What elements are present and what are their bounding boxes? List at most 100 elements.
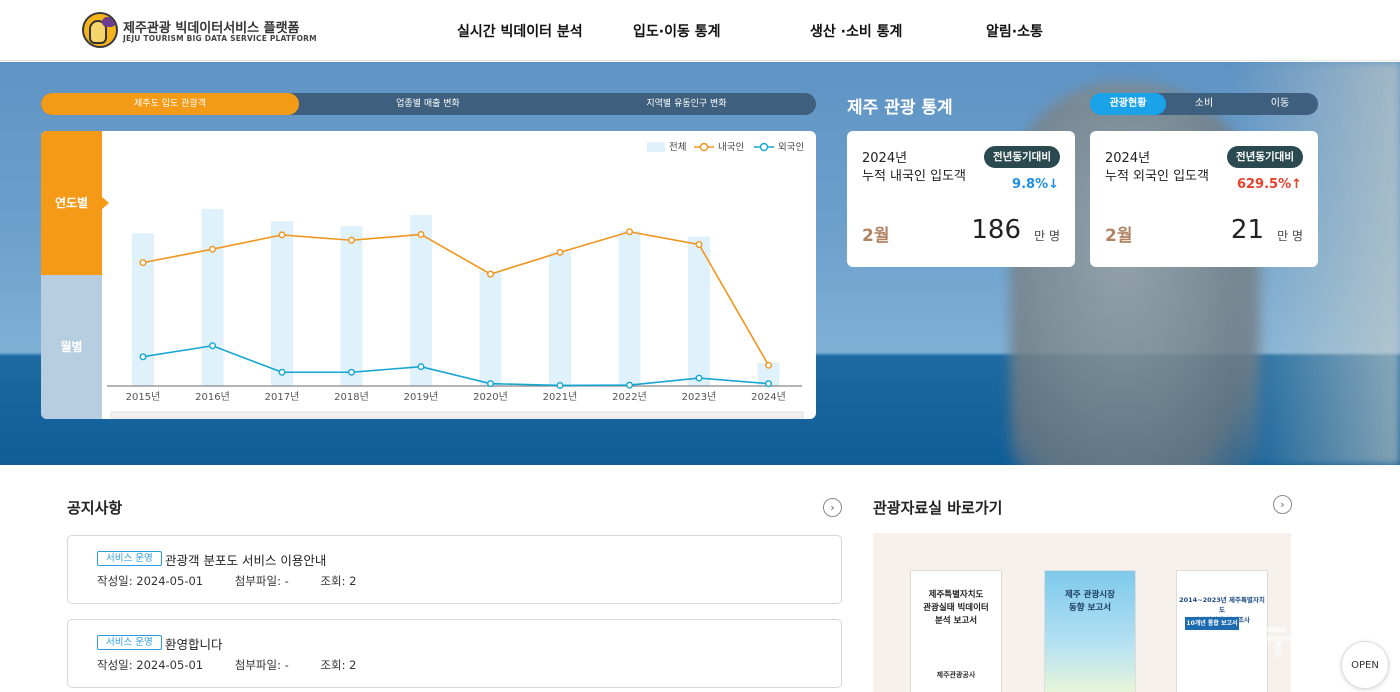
notice-tag: 서비스 운영 bbox=[97, 551, 162, 566]
foreign-line bbox=[142, 344, 769, 387]
x-tick-label: 2015년 bbox=[126, 391, 161, 403]
foreign-point bbox=[765, 380, 773, 388]
book-subtitle: 10개년 통합 보고서 bbox=[1185, 617, 1239, 630]
bar-total bbox=[549, 251, 571, 386]
site-header: 제주관광 빅데이터서비스 플랫폼 JEJU TOURISM BIG DATA S… bbox=[0, 0, 1400, 61]
foreign-point bbox=[208, 342, 216, 350]
foreign-point bbox=[487, 380, 495, 388]
domestic-point bbox=[417, 230, 425, 238]
notice-more-icon[interactable]: › bbox=[823, 498, 842, 517]
yoy-badge: 전년동기대비 bbox=[1227, 146, 1303, 168]
notice-meta: 작성일: 2024-05-01 첨부파일: - 조회: 2 bbox=[97, 573, 356, 589]
domestic-point bbox=[556, 248, 564, 256]
tab-jeju-entry-tourists[interactable]: 제주도 입도 관광객 bbox=[41, 93, 299, 115]
card-label: 누적 외국인 입도객 bbox=[1105, 169, 1209, 184]
reference-carousel: 제주특별자치도 관광실태 빅데이터 분석 보고서 제주관광공사 제주 관광시장 … bbox=[873, 533, 1291, 692]
notice-date: 작성일: 2024-05-01 bbox=[97, 658, 204, 672]
bar-total bbox=[271, 221, 293, 386]
domestic-point bbox=[139, 259, 147, 267]
notice-tag: 서비스 운영 bbox=[97, 635, 162, 650]
book-title: 제주특별자치도 관광실태 빅데이터 분석 보고서 bbox=[923, 590, 989, 626]
chart-tab-bar: 제주도 입도 관광객 업종별 매출 변화 지역별 유동인구 변화 bbox=[41, 93, 816, 115]
bar-total bbox=[479, 271, 502, 386]
domestic-point bbox=[765, 361, 773, 369]
x-tick-label: 2017년 bbox=[265, 391, 300, 403]
x-tick-label: 2023년 bbox=[682, 391, 717, 403]
stats-tab-movement[interactable]: 이동 bbox=[1242, 93, 1318, 115]
reference-section-title: 관광자료실 바로가기 bbox=[873, 499, 1003, 517]
x-tick-label: 2020년 bbox=[473, 391, 508, 403]
brand-subtitle: JEJU TOURISM BIG DATA SERVICE PLATFORM bbox=[123, 34, 317, 43]
bar-total bbox=[618, 230, 641, 386]
card-value: 186 bbox=[971, 215, 1021, 245]
x-tick-label: 2022년 bbox=[612, 391, 647, 403]
open-button[interactable]: OPEN bbox=[1341, 641, 1389, 689]
x-tick-label: 2021년 bbox=[543, 391, 578, 403]
notice-title[interactable]: 환영합니다 bbox=[165, 634, 223, 653]
foreign-point bbox=[278, 368, 286, 376]
bar-total bbox=[201, 208, 224, 386]
report-book[interactable]: 제주 관광시장 동향 보고서 bbox=[1044, 570, 1136, 692]
card-month: 2월 bbox=[862, 226, 890, 246]
stat-card-foreign[interactable]: 2024년 누적 외국인 입도객 전년동기대비 629.5%↑ 2월 21 만 … bbox=[1090, 131, 1318, 267]
card-value: 21 bbox=[1230, 215, 1264, 245]
card-unit: 만 명 bbox=[1034, 229, 1060, 243]
legend-total-swatch bbox=[647, 142, 665, 152]
yoy-badge: 전년동기대비 bbox=[984, 146, 1060, 168]
stat-card-domestic[interactable]: 2024년 누적 내국인 입도객 전년동기대비 9.8%↓ 2월 186 만 명 bbox=[847, 131, 1075, 267]
domestic-point bbox=[278, 231, 286, 239]
notice-meta: 작성일: 2024-05-01 첨부파일: - 조회: 2 bbox=[97, 657, 356, 673]
x-tick-label: 2019년 bbox=[404, 391, 439, 403]
x-tick-label: 2016년 bbox=[195, 391, 230, 403]
foreign-point bbox=[556, 381, 564, 389]
foreign-point bbox=[417, 363, 425, 371]
card-month: 2월 bbox=[1105, 226, 1133, 246]
stats-tab-bar: 관광현황 소비 이동 bbox=[1090, 93, 1318, 115]
legend-foreign-label: 외국인 bbox=[778, 141, 804, 153]
notice-title[interactable]: 관광객 분포도 서비스 이용안내 bbox=[165, 550, 326, 569]
legend-foreign-marker bbox=[759, 142, 769, 152]
notice-item[interactable]: 서비스 운영 환영합니다 작성일: 2024-05-01 첨부파일: - 조회:… bbox=[67, 619, 842, 688]
notice-views: 조회: 2 bbox=[320, 658, 357, 672]
foreign-point bbox=[348, 368, 356, 376]
notice-attachment: 첨부파일: - bbox=[234, 658, 289, 672]
tourist-chart: 2015년 2016년 2017년 2018년 2019년 2020년 2021년 2022년… bbox=[107, 141, 804, 419]
bar-total bbox=[410, 215, 432, 386]
domestic-point bbox=[487, 270, 495, 278]
bar-total bbox=[340, 226, 363, 386]
card-unit: 만 명 bbox=[1277, 229, 1303, 243]
logo-icon[interactable] bbox=[82, 12, 118, 48]
nav-production-consumption[interactable]: 생산 ·소비 통계 bbox=[810, 21, 902, 41]
card-year: 2024년 bbox=[1105, 151, 1151, 166]
legend-total-label: 전체 bbox=[669, 142, 686, 153]
book-publisher: 제주관광공사 bbox=[936, 671, 976, 679]
card-label: 누적 내국인 입도객 bbox=[862, 169, 966, 184]
chart-card: 연도별 월별 2015년 2016년 2017년 2018년 2019년 2020년 202… bbox=[41, 131, 816, 419]
card-year: 2024년 bbox=[862, 151, 908, 166]
legend-domestic-marker bbox=[699, 142, 709, 152]
report-book[interactable]: 제주특별자치도 관광실태 빅데이터 분석 보고서 제주관광공사 bbox=[910, 570, 1002, 692]
domestic-point bbox=[695, 241, 703, 249]
book-title: 제주 관광시장 동향 보고서 bbox=[1065, 590, 1115, 613]
nav-entry-movement[interactable]: 입도·이동 통계 bbox=[633, 21, 720, 41]
stats-tab-consumption[interactable]: 소비 bbox=[1166, 93, 1242, 115]
stats-tab-status[interactable]: 관광현황 bbox=[1090, 93, 1166, 115]
stats-title: 제주 관광 통계 bbox=[847, 98, 953, 118]
notice-item[interactable]: 서비스 운영 관광객 분포도 서비스 이용안내 작성일: 2024-05-01 … bbox=[67, 535, 842, 604]
tab-floating-population[interactable]: 지역별 유동인구 변화 bbox=[557, 93, 816, 115]
notice-attachment: 첨부파일: - bbox=[234, 574, 289, 588]
reference-more-icon[interactable]: › bbox=[1273, 495, 1292, 514]
notice-section-title: 공지사항 bbox=[67, 499, 123, 517]
foreign-point bbox=[626, 381, 634, 389]
nav-realtime-bigdata[interactable]: 실시간 빅데이터 분석 bbox=[457, 21, 583, 41]
notice-date: 작성일: 2024-05-01 bbox=[97, 574, 204, 588]
domestic-point bbox=[626, 228, 634, 236]
x-tick-label: 2018년 bbox=[334, 391, 369, 403]
bar-total bbox=[132, 233, 154, 386]
nav-notice-communication[interactable]: 알림·소통 bbox=[986, 21, 1043, 41]
tab-sales-by-industry[interactable]: 업종별 매출 변화 bbox=[299, 93, 557, 115]
domestic-line bbox=[142, 230, 770, 366]
change-rate: 9.8%↓ bbox=[1012, 177, 1059, 192]
domestic-point bbox=[348, 236, 356, 244]
notice-views: 조회: 2 bbox=[320, 574, 357, 588]
